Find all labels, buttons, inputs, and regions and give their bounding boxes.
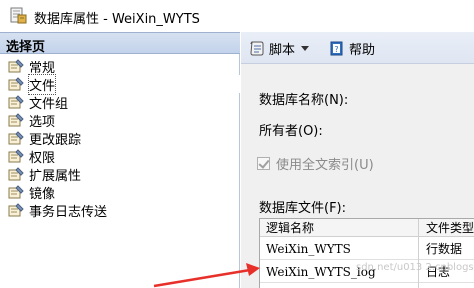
page-item-label: 常规 xyxy=(29,61,56,76)
title-bar: 数据库属性 - WeiXin_WYTS xyxy=(0,0,474,32)
page-item-label: 选项 xyxy=(29,115,56,130)
page-item-label: 镜像 xyxy=(29,187,56,202)
window-title: 数据库属性 - WeiXin_WYTS xyxy=(34,12,200,27)
column-divider[interactable] xyxy=(418,219,419,288)
script-button[interactable]: 脚本 xyxy=(249,38,310,58)
help-button[interactable]: ? 帮助 xyxy=(329,38,375,58)
column-header-logical-name[interactable]: 逻辑名称 xyxy=(262,219,402,237)
page-wrench-icon xyxy=(8,167,24,181)
fulltext-index-checkbox[interactable] xyxy=(257,157,270,170)
page-item-label: 扩展属性 xyxy=(29,169,82,184)
file-type-cell[interactable]: 行数据 xyxy=(422,240,474,258)
database-files-grid: 逻辑名称 文件类型 WeiXin_WYTS 行数据 WeiXin_WYTS_lo… xyxy=(259,218,474,288)
page-wrench-icon xyxy=(8,185,24,199)
properties-pane: 脚本 ? 帮助 数据库名称(N): 所有者(O): 使用全文索引(U) 数据库文… xyxy=(241,32,474,288)
page-item-label: 权限 xyxy=(29,151,56,166)
script-label: 脚本 xyxy=(269,42,296,58)
page-selector-title: 选择页 xyxy=(6,40,46,55)
owner-label: 所有者(O): xyxy=(259,124,323,139)
page-wrench-icon xyxy=(8,77,24,91)
table-row[interactable]: WeiXin_WYTS 行数据 xyxy=(260,238,474,260)
page-item-log-shipping[interactable]: 事务日志传送 xyxy=(0,201,240,220)
column-header-file-type[interactable]: 文件类型 xyxy=(422,219,474,237)
database-name-label: 数据库名称(N): xyxy=(259,93,349,108)
page-item-change-tracking[interactable]: 更改跟踪 xyxy=(0,129,240,148)
page-item-files[interactable]: 文件 xyxy=(0,74,240,95)
toolbar: 脚本 ? 帮助 xyxy=(241,32,474,64)
page-wrench-icon xyxy=(8,59,24,73)
page-item-label: 事务日志传送 xyxy=(29,205,108,220)
page-item-permissions[interactable]: 权限 xyxy=(0,147,240,166)
script-icon xyxy=(249,40,265,56)
annotation-arrow xyxy=(153,263,260,288)
page-item-options[interactable]: 选项 xyxy=(0,111,240,130)
annotation-arrow-head xyxy=(246,263,260,276)
svg-text:?: ? xyxy=(334,45,338,54)
page-item-general[interactable]: 常规 xyxy=(0,57,240,76)
page-item-label: 文件 xyxy=(27,74,57,95)
page-wrench-icon xyxy=(8,149,24,163)
page-wrench-icon xyxy=(8,203,24,217)
page-wrench-icon xyxy=(8,95,24,109)
fulltext-index-option[interactable]: 使用全文索引(U) xyxy=(257,154,374,173)
fulltext-index-label: 使用全文索引(U) xyxy=(276,158,374,173)
watermark: sdn.net/u013 2.cnblogs xyxy=(356,262,474,273)
page-wrench-icon xyxy=(8,131,24,145)
database-files-label: 数据库文件(F): xyxy=(259,201,347,216)
page-wrench-icon xyxy=(8,113,24,127)
help-label: 帮助 xyxy=(349,42,376,58)
page-item-filegroups[interactable]: 文件组 xyxy=(0,93,240,112)
page-item-mirroring[interactable]: 镜像 xyxy=(0,183,240,202)
logical-name-cell[interactable]: WeiXin_WYTS xyxy=(262,240,417,258)
annotation-arrow-shaft xyxy=(153,268,251,288)
page-list: 常规 文件 文件组 选项 更改跟踪 权限 扩展属性 镜像 事务日志传送 xyxy=(0,57,240,220)
help-book-icon: ? xyxy=(329,40,345,56)
database-properties-icon xyxy=(10,6,27,24)
page-item-label: 文件组 xyxy=(29,97,69,112)
chevron-down-icon[interactable] xyxy=(301,45,310,51)
page-item-label: 更改跟踪 xyxy=(29,133,82,148)
page-item-extended-properties[interactable]: 扩展属性 xyxy=(0,165,240,184)
grid-header: 逻辑名称 文件类型 xyxy=(260,219,474,237)
page-selector-header: 选择页 xyxy=(0,32,240,55)
